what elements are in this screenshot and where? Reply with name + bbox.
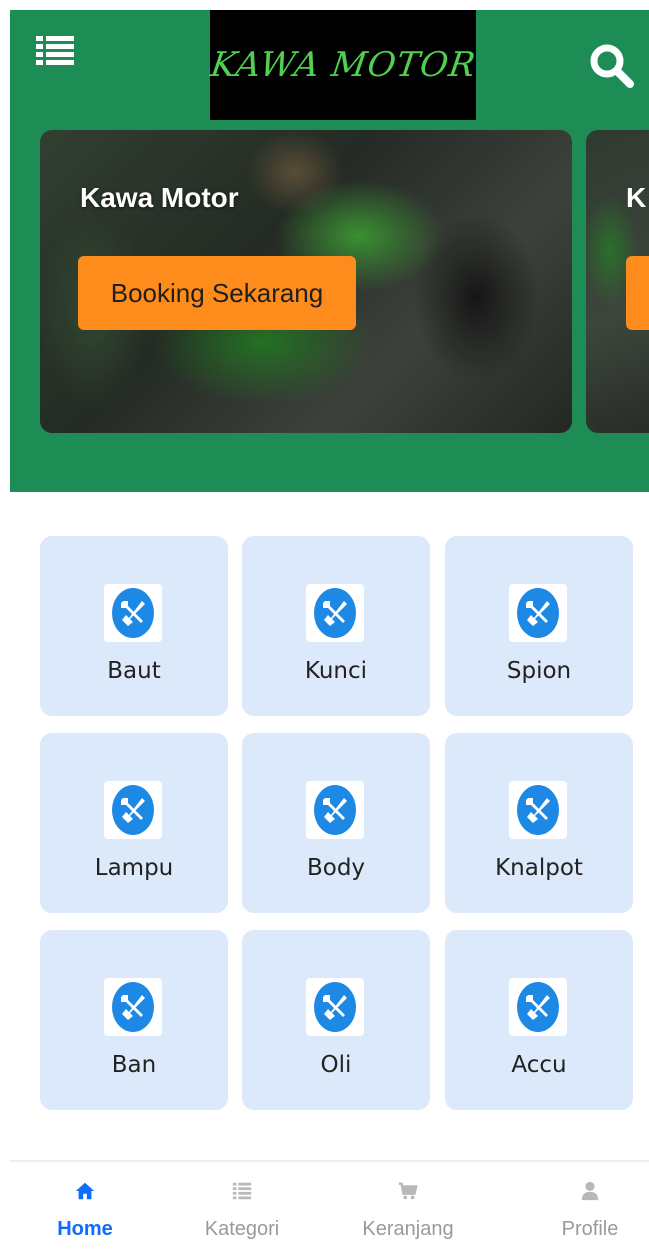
category-item-knalpot[interactable]: Knalpot	[445, 733, 633, 913]
list-icon	[232, 1182, 252, 1200]
wrench-icon	[306, 584, 364, 642]
category-label: Oli	[320, 1052, 352, 1078]
category-item-lampu[interactable]: Lampu	[40, 733, 228, 913]
banner-title: K	[626, 182, 647, 213]
category-label: Ban	[111, 1052, 157, 1078]
wrench-icon	[509, 781, 567, 839]
app-screen: KAWA MOTOR Kawa Motor Booking Sekarang K…	[10, 10, 649, 1253]
category-item-body[interactable]: Body	[242, 733, 430, 913]
category-item-kunci[interactable]: Kunci	[242, 536, 430, 716]
home-icon	[75, 1182, 95, 1200]
booking-button[interactable]	[626, 256, 649, 330]
category-label: Knalpot	[495, 855, 583, 881]
category-label: Lampu	[94, 855, 174, 881]
category-item-ban[interactable]: Ban	[40, 930, 228, 1110]
nav-item-keranjang[interactable]: Keranjang	[348, 1162, 468, 1253]
user-icon	[581, 1181, 599, 1201]
nav-item-profile[interactable]: Profile	[530, 1162, 649, 1253]
category-label: Baut	[107, 658, 161, 684]
nav-label: Profile	[561, 1218, 619, 1240]
nav-item-kategori[interactable]: Kategori	[182, 1162, 302, 1253]
wrench-icon	[306, 781, 364, 839]
bottom-nav: Home Kategori Keranjang Profile	[10, 1160, 649, 1253]
nav-item-home[interactable]: Home	[25, 1162, 145, 1253]
booking-button[interactable]: Booking Sekarang	[78, 256, 356, 330]
category-label: Accu	[511, 1052, 567, 1078]
header: KAWA MOTOR Kawa Motor Booking Sekarang K	[10, 10, 649, 492]
banner-carousel[interactable]: Kawa Motor Booking Sekarang K	[40, 130, 649, 433]
banner-slide-next[interactable]: K	[586, 130, 649, 433]
banner-title: Kawa Motor	[80, 182, 239, 213]
wrench-icon	[509, 978, 567, 1036]
wrench-icon	[104, 978, 162, 1036]
category-label: Kunci	[304, 658, 368, 684]
category-item-baut[interactable]: Baut	[40, 536, 228, 716]
wrench-icon	[509, 584, 567, 642]
category-label: Body	[306, 855, 366, 881]
nav-label: Keranjang	[362, 1218, 454, 1240]
wrench-icon	[104, 584, 162, 642]
brand-logo: KAWA MOTOR	[207, 10, 479, 120]
cart-icon	[398, 1182, 418, 1200]
list-icon[interactable]	[36, 34, 74, 70]
nav-label: Home	[57, 1218, 113, 1240]
category-item-oli[interactable]: Oli	[242, 930, 430, 1110]
wrench-icon	[306, 978, 364, 1036]
logo-text: KAWA MOTOR	[207, 45, 479, 85]
category-item-spion[interactable]: Spion	[445, 536, 633, 716]
nav-label: Kategori	[204, 1218, 280, 1240]
category-label: Spion	[506, 658, 572, 684]
category-item-accu[interactable]: Accu	[445, 930, 633, 1110]
banner-slide[interactable]: Kawa Motor Booking Sekarang	[40, 130, 572, 433]
wrench-icon	[104, 781, 162, 839]
search-icon[interactable]	[588, 42, 636, 90]
